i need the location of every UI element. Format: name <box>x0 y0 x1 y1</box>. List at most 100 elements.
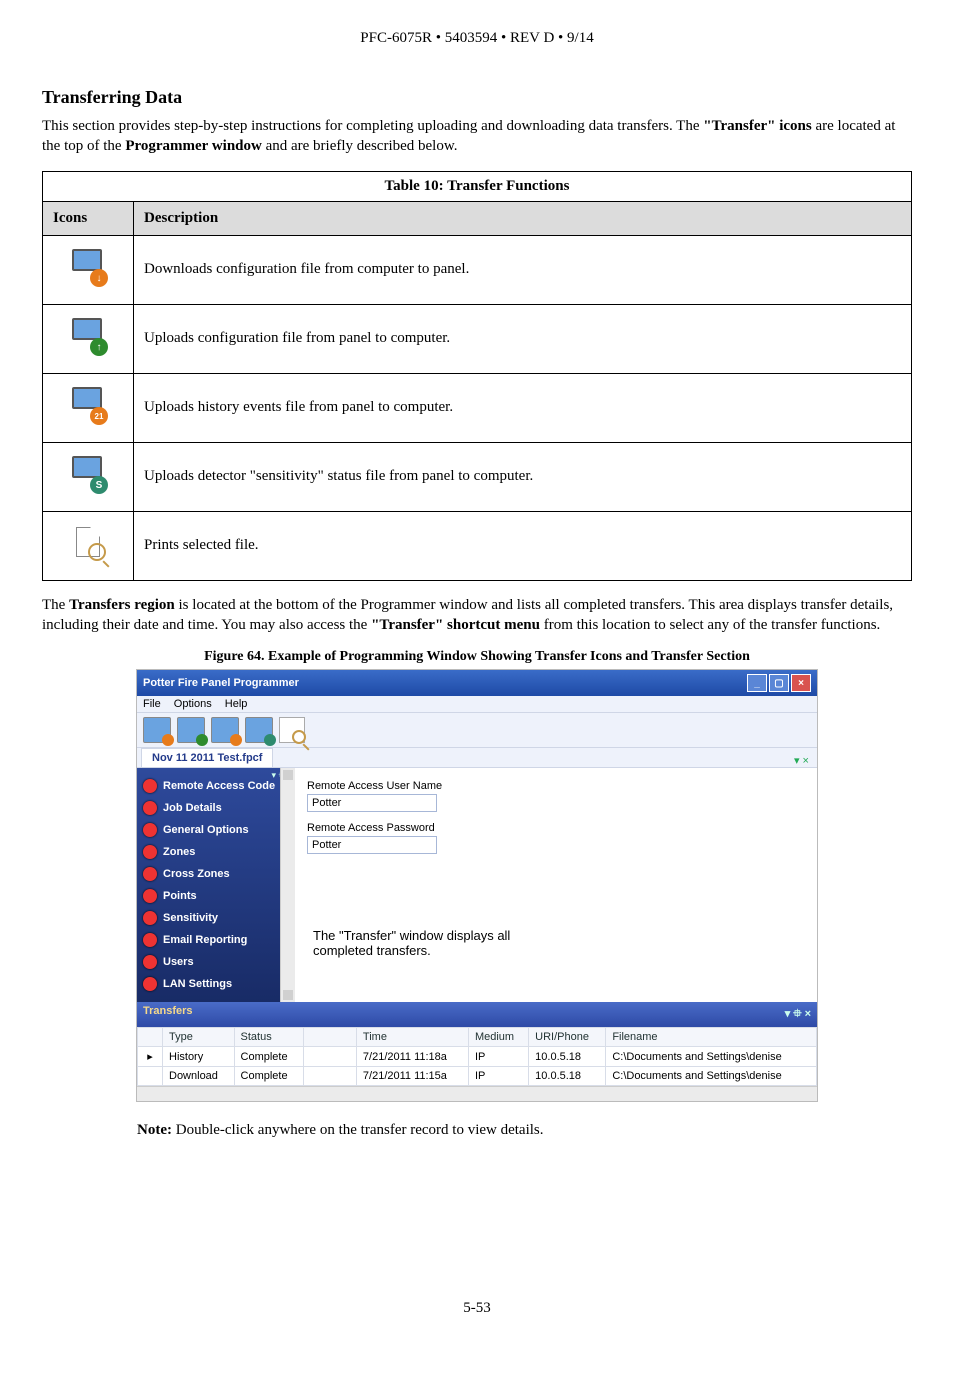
bullet-icon <box>143 779 157 793</box>
cell-time: 7/21/2011 11:15a <box>356 1067 468 1086</box>
row-selector-icon: ▸ <box>138 1047 163 1067</box>
sidebar: ▾ ⯐ × Remote Access Code Job Details Gen… <box>137 768 295 1002</box>
transfers-panel-controls[interactable]: ▾ ⯐ × <box>785 1005 811 1024</box>
icon-cell: ↓ <box>43 235 134 304</box>
annotation-line: completed transfers. <box>313 943 510 958</box>
cell-uri: 10.0.5.18 <box>529 1067 606 1086</box>
cell-status: Complete <box>234 1067 303 1086</box>
window-title: Potter Fire Panel Programmer <box>143 677 299 689</box>
sidebar-item-job-details[interactable]: Job Details <box>141 798 291 818</box>
toolbar-sensitivity-icon[interactable] <box>245 717 273 743</box>
table-transfer-functions: Table 10: Transfer Functions Icons Descr… <box>42 171 912 581</box>
window-titlebar[interactable]: Potter Fire Panel Programmer _ ▢ × <box>137 670 817 696</box>
transfers-title: Transfers <box>143 1005 193 1024</box>
remote-pass-input[interactable] <box>307 836 437 854</box>
history-upload-icon: 21 <box>70 387 106 423</box>
main-pane: Remote Access User Name Remote Access Pa… <box>295 768 817 1002</box>
bullet-icon <box>143 845 157 859</box>
cell-blank <box>303 1047 356 1067</box>
sidebar-scrollbar[interactable] <box>280 768 295 1002</box>
grid-header-status[interactable]: Status <box>234 1028 303 1047</box>
note-text: Double-click anywhere on the transfer re… <box>172 1122 544 1138</box>
icon-cell: ↑ <box>43 304 134 373</box>
transfers-grid: Type Status Time Medium URI/Phone Filena… <box>137 1027 817 1086</box>
sidebar-item-users[interactable]: Users <box>141 952 291 972</box>
bullet-icon <box>143 867 157 881</box>
toolbar <box>137 713 817 748</box>
sensitivity-upload-icon: S <box>70 456 106 492</box>
grid-header-medium[interactable]: Medium <box>468 1028 528 1047</box>
mid-text: from this location to select any of the … <box>540 617 880 633</box>
sidebar-item-cross-zones[interactable]: Cross Zones <box>141 864 291 884</box>
intro-bold-transfer-icons: "Transfer" icons <box>703 118 811 134</box>
grid-header-filename[interactable]: Filename <box>606 1028 817 1047</box>
sidebar-item-label: Points <box>163 890 197 902</box>
grid-scrollbar[interactable] <box>137 1086 817 1101</box>
annotation-callout: The "Transfer" window displays all compl… <box>313 928 510 958</box>
mid-paragraph: The Transfers region is located at the b… <box>42 595 912 636</box>
sidebar-item-label: Job Details <box>163 802 222 814</box>
sidebar-item-label: Users <box>163 956 194 968</box>
sidebar-item-remote-access[interactable]: Remote Access Code <box>141 776 291 796</box>
grid-header-marker <box>138 1028 163 1047</box>
tab-bar: Nov 11 2011 Test.fpcf ▾ × <box>137 748 817 768</box>
cell-type: History <box>163 1047 235 1067</box>
toolbar-download-icon[interactable] <box>143 717 171 743</box>
table-caption: Table 10: Transfer Functions <box>42 171 912 201</box>
grid-header-time[interactable]: Time <box>356 1028 468 1047</box>
remote-user-label: Remote Access User Name <box>307 780 805 792</box>
print-preview-icon <box>70 525 106 561</box>
sidebar-item-label: Sensitivity <box>163 912 218 924</box>
cell-type: Download <box>163 1067 235 1086</box>
bullet-icon <box>143 823 157 837</box>
icon-cell: S <box>43 442 134 511</box>
icon-cell: 21 <box>43 373 134 442</box>
page-header: PFC-6075R • 5403594 • REV D • 9/14 <box>42 30 912 47</box>
bullet-icon <box>143 955 157 969</box>
table-row[interactable]: ▸ History Complete 7/21/2011 11:18a IP 1… <box>138 1047 817 1067</box>
cell-medium: IP <box>468 1067 528 1086</box>
table-desc: Uploads detector "sensitivity" status fi… <box>134 442 912 511</box>
sidebar-item-label: Remote Access Code <box>163 780 275 792</box>
upload-icon: ↑ <box>70 318 106 354</box>
grid-header-type[interactable]: Type <box>163 1028 235 1047</box>
menu-options[interactable]: Options <box>174 698 212 710</box>
intro-bold-programmer-window: Programmer window <box>125 138 262 154</box>
sidebar-item-zones[interactable]: Zones <box>141 842 291 862</box>
programmer-window: Potter Fire Panel Programmer _ ▢ × File … <box>136 669 818 1102</box>
toolbar-upload-icon[interactable] <box>177 717 205 743</box>
tab-close-controls[interactable]: ▾ × <box>790 754 813 767</box>
cell-time: 7/21/2011 11:18a <box>356 1047 468 1067</box>
maximize-button[interactable]: ▢ <box>769 674 789 692</box>
sidebar-item-points[interactable]: Points <box>141 886 291 906</box>
sidebar-item-general-options[interactable]: General Options <box>141 820 291 840</box>
bullet-icon <box>143 977 157 991</box>
sidebar-item-label: Cross Zones <box>163 868 230 880</box>
figure-caption: Figure 64. Example of Programming Window… <box>42 649 912 665</box>
document-tab[interactable]: Nov 11 2011 Test.fpcf <box>141 748 273 767</box>
intro-text: This section provides step-by-step instr… <box>42 118 703 134</box>
minimize-button[interactable]: _ <box>747 674 767 692</box>
toolbar-history-icon[interactable] <box>211 717 239 743</box>
sidebar-item-sensitivity[interactable]: Sensitivity <box>141 908 291 928</box>
sidebar-item-lan-settings[interactable]: LAN Settings <box>141 974 291 994</box>
menu-bar: File Options Help <box>137 696 817 713</box>
bullet-icon <box>143 911 157 925</box>
remote-pass-label: Remote Access Password <box>307 822 805 834</box>
menu-file[interactable]: File <box>143 698 161 710</box>
cell-blank <box>303 1067 356 1086</box>
grid-header-uri[interactable]: URI/Phone <box>529 1028 606 1047</box>
mid-bold-transfers-region: Transfers region <box>69 597 175 613</box>
sidebar-item-label: Email Reporting <box>163 934 247 946</box>
remote-user-input[interactable] <box>307 794 437 812</box>
toolbar-print-icon[interactable] <box>279 717 305 743</box>
menu-help[interactable]: Help <box>225 698 248 710</box>
section-title: Transferring Data <box>42 87 912 108</box>
table-header-description: Description <box>134 201 912 235</box>
transfers-panel-header[interactable]: Transfers ▾ ⯐ × <box>137 1002 817 1027</box>
table-desc: Downloads configuration file from comput… <box>134 235 912 304</box>
sidebar-item-email-reporting[interactable]: Email Reporting <box>141 930 291 950</box>
annotation-line: The "Transfer" window displays all <box>313 928 510 943</box>
close-button[interactable]: × <box>791 674 811 692</box>
table-row[interactable]: Download Complete 7/21/2011 11:15a IP 10… <box>138 1067 817 1086</box>
